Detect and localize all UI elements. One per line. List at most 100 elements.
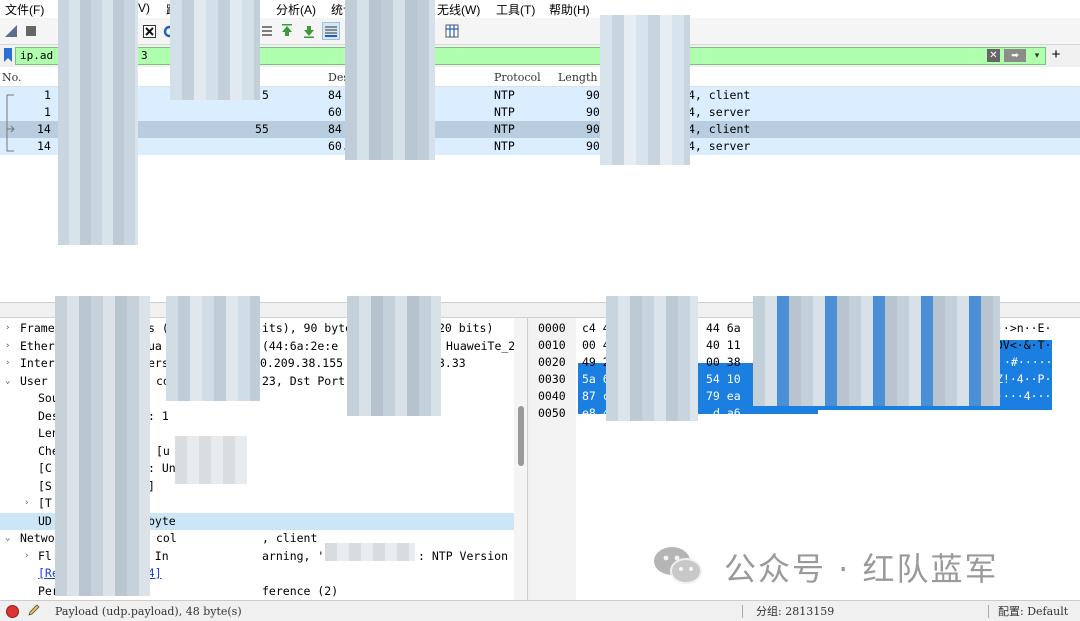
redacted-region xyxy=(170,0,260,100)
auto-scroll-icon[interactable] xyxy=(322,22,340,40)
packet-list: No. Des Protocol Length 1 5 84 NTP 90 4,… xyxy=(0,67,1080,302)
chevron-right-icon[interactable]: › xyxy=(24,548,36,566)
redacted-region xyxy=(753,296,1000,406)
bytes-hex[interactable]: 54 10 xyxy=(706,371,741,388)
bytes-hex[interactable]: d a6 xyxy=(713,405,741,422)
edit-comment-icon[interactable] xyxy=(27,603,41,621)
packet-no: 1 xyxy=(44,105,51,119)
bytes-ascii[interactable]: ·#····· xyxy=(1004,354,1052,371)
watermark: 公众号 · 红队蓝军 xyxy=(652,540,1042,590)
chevron-down-icon[interactable]: ⌄ xyxy=(5,373,17,391)
bytes-offset: 0010 xyxy=(538,338,566,352)
status-packet-count: 分组: 2813159 xyxy=(756,605,835,618)
chevron-right-icon[interactable]: › xyxy=(24,495,36,513)
menu-view[interactable]: V) xyxy=(138,1,150,15)
related-packet-indicator xyxy=(6,94,15,152)
packet-protocol: NTP xyxy=(494,88,515,102)
packet-source: 5 xyxy=(262,88,269,102)
details-scroll-thumb[interactable] xyxy=(518,406,524,466)
packet-length: 90 xyxy=(586,88,600,102)
packet-length: 90 xyxy=(586,122,600,136)
packet-list-header: No. Des Protocol Length xyxy=(0,67,1080,87)
bookmark-icon[interactable] xyxy=(2,48,14,64)
bytes-ascii[interactable]: DV<·&·T· xyxy=(996,337,1051,354)
bytes-hex[interactable]: 44 6a xyxy=(706,320,741,337)
bytes-hex[interactable]: 00 38 xyxy=(706,354,741,371)
menu-help[interactable]: 帮助(H) xyxy=(549,1,590,18)
menu-analyze[interactable]: 分析(A) xyxy=(276,1,316,18)
display-filter-bar: ip.ad 3 ✕ ➡ ▾ + xyxy=(0,45,1080,67)
expert-info-icon[interactable] xyxy=(6,605,19,618)
status-field-info: Payload (udp.payload), 48 byte(s) xyxy=(55,605,242,618)
status-separator xyxy=(988,605,989,618)
clear-filter-icon[interactable]: ✕ xyxy=(987,49,1000,62)
filter-text-tail: 3 xyxy=(141,49,148,62)
wechat-icon xyxy=(654,547,702,584)
bytes-offset: 0000 xyxy=(538,321,566,335)
column-protocol[interactable]: Protocol xyxy=(494,71,541,84)
packet-protocol: NTP xyxy=(494,139,515,153)
apply-filter-icon[interactable]: ➡ xyxy=(1004,49,1026,62)
packet-no: 1 xyxy=(44,88,51,102)
packet-info: 4, client xyxy=(688,122,751,136)
chevron-right-icon[interactable]: › xyxy=(5,338,17,356)
menu-tools[interactable]: 工具(T) xyxy=(496,1,535,18)
chevron-right-icon[interactable]: › xyxy=(5,320,17,338)
bytes-hex[interactable]: 40 11 xyxy=(706,337,741,354)
redacted-region xyxy=(325,543,415,561)
chevron-down-icon[interactable]: ▾ xyxy=(1031,49,1043,62)
bytes-ascii[interactable]: Z!·4··P· xyxy=(996,371,1051,388)
packet-destination: 84 xyxy=(328,122,342,136)
packet-destination: 84 xyxy=(328,88,342,102)
first-packet-icon[interactable] xyxy=(278,22,296,40)
packet-length: 90 xyxy=(586,139,600,153)
column-no[interactable]: No. xyxy=(2,71,22,84)
redacted-region xyxy=(55,296,150,596)
stop-capture-icon[interactable] xyxy=(22,22,40,40)
menu-wireless[interactable]: 无线(W) xyxy=(437,1,480,18)
chevron-down-icon[interactable]: ⌄ xyxy=(5,530,17,548)
redacted-region xyxy=(606,296,698,421)
bytes-offset: 0040 xyxy=(538,389,566,403)
status-separator xyxy=(742,605,743,618)
close-file-icon[interactable] xyxy=(140,22,158,40)
bytes-ascii[interactable]: ·· xyxy=(996,405,1010,422)
last-packet-icon[interactable] xyxy=(300,22,318,40)
status-profile[interactable]: 配置: Default xyxy=(998,601,1068,621)
redacted-region xyxy=(345,0,435,160)
add-filter-button[interactable]: + xyxy=(1049,47,1063,63)
go-to-packet-icon[interactable] xyxy=(258,22,276,40)
bytes-offset: 0020 xyxy=(538,355,566,369)
shark-fin-start-icon[interactable] xyxy=(2,22,20,40)
bytes-hex[interactable]: 79 ea xyxy=(706,388,741,405)
packet-no: 14 xyxy=(37,139,51,153)
main-toolbar xyxy=(0,18,1080,45)
packet-info: 4, server xyxy=(688,139,751,153)
redacted-region xyxy=(600,15,690,165)
packet-no: 14 xyxy=(37,122,51,136)
packet-row[interactable]: 14 60. NTP 90 4, server xyxy=(0,138,1080,155)
watermark-text: 公众号 · 红队蓝军 xyxy=(724,550,999,588)
redacted-region xyxy=(347,296,441,416)
packet-protocol: NTP xyxy=(494,105,515,119)
packet-info: 4, client xyxy=(688,88,751,102)
packet-row-selected[interactable]: 14 55 84 NTP 90 4, client xyxy=(0,121,1080,138)
status-bar: Payload (udp.payload), 48 byte(s) 分组: 28… xyxy=(0,600,1080,621)
details-scrollbar[interactable] xyxy=(514,318,527,600)
bytes-offset: 0050 xyxy=(538,406,566,420)
bytes-ascii[interactable]: ····4··· xyxy=(996,388,1051,405)
redacted-region xyxy=(175,436,247,484)
packet-info: 4, server xyxy=(688,105,751,119)
bytes-ascii[interactable]: ··>n··E· xyxy=(996,320,1051,337)
packet-row[interactable]: 1 5 84 NTP 90 4, client xyxy=(0,87,1080,104)
resize-columns-icon[interactable] xyxy=(443,22,461,40)
menu-file[interactable]: 文件(F) xyxy=(5,1,44,18)
packet-source: 55 xyxy=(255,122,269,136)
packet-destination: 60 xyxy=(328,105,342,119)
redacted-region xyxy=(166,296,260,401)
packet-row[interactable]: 1 60 NTP 90 4, server xyxy=(0,104,1080,121)
filter-text: ip.ad xyxy=(20,49,54,62)
chevron-right-icon[interactable]: › xyxy=(5,355,17,373)
packet-protocol: NTP xyxy=(494,122,515,136)
column-length[interactable]: Length xyxy=(558,71,597,84)
